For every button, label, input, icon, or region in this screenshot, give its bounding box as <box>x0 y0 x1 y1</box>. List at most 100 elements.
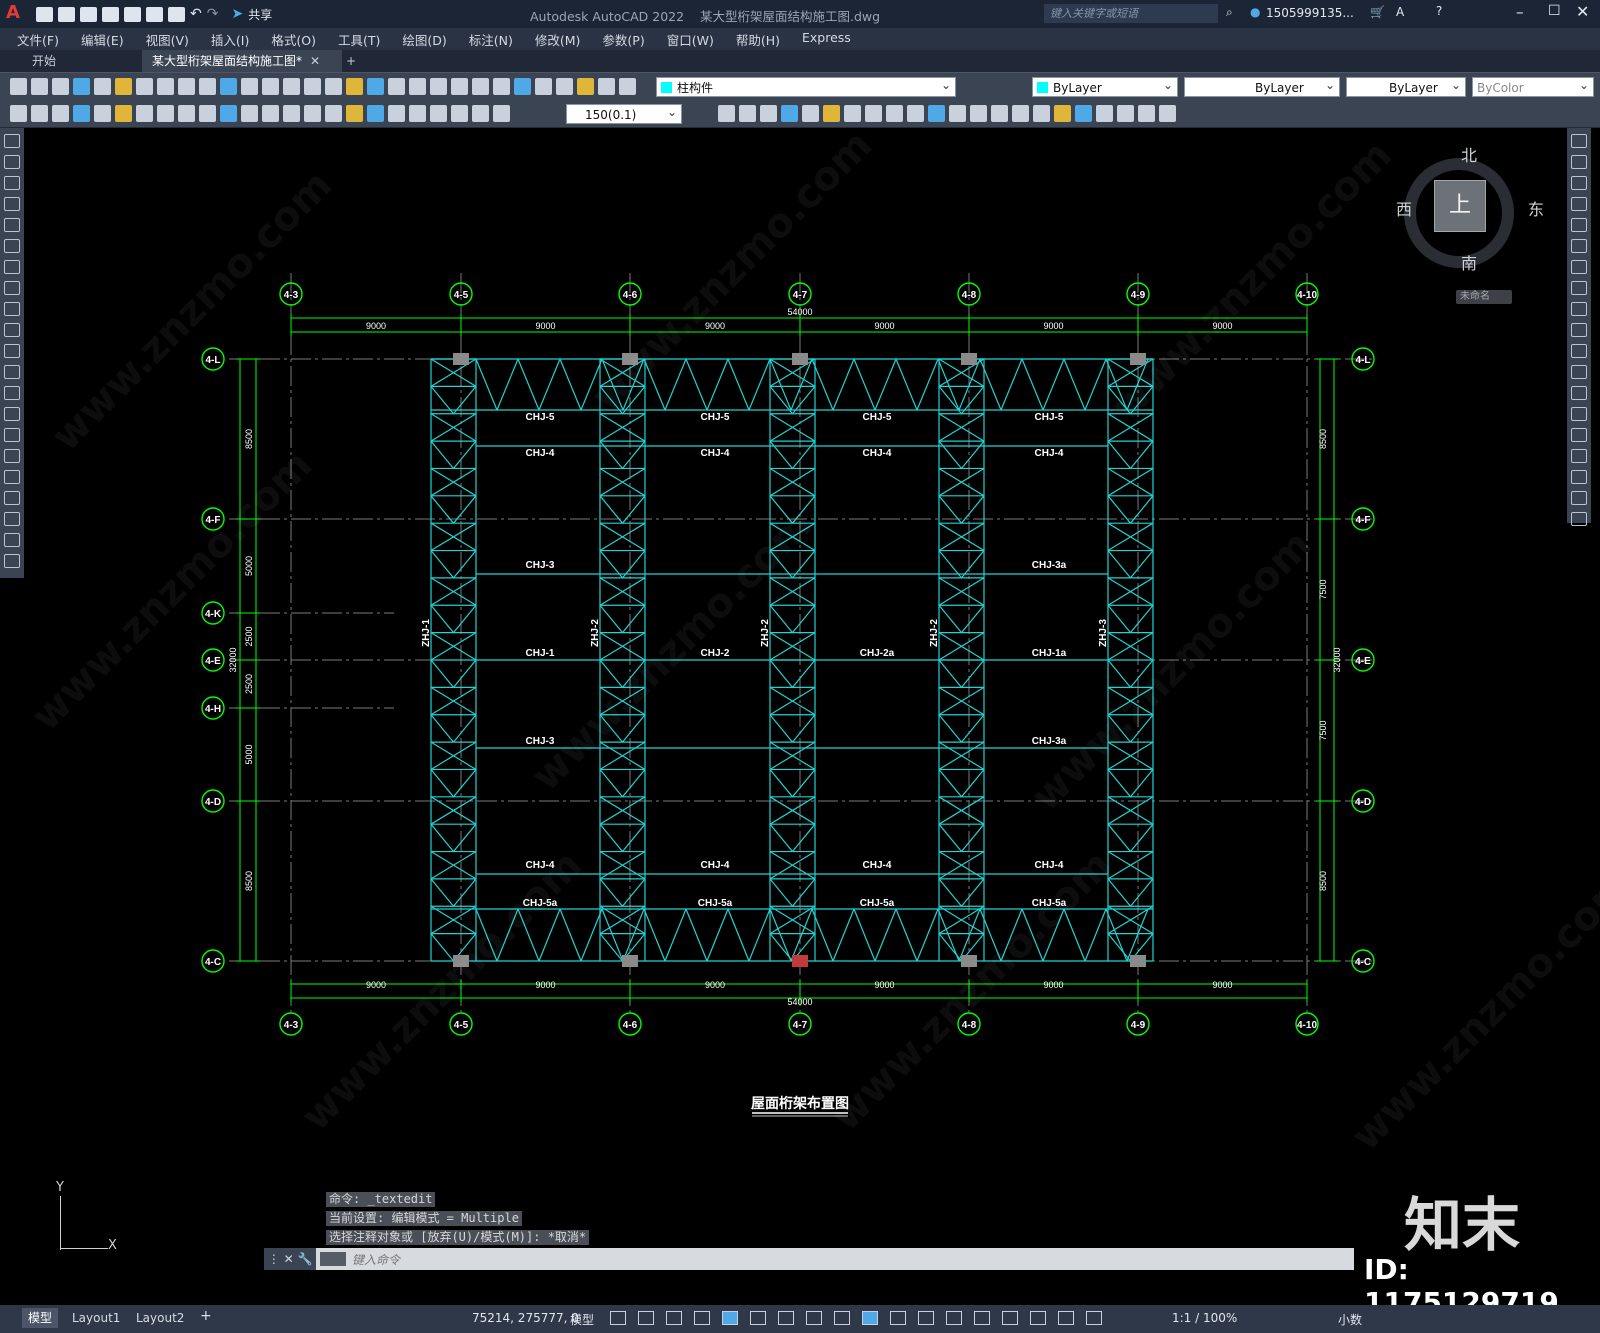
hatch-icon[interactable] <box>4 428 20 442</box>
pan-icon[interactable] <box>262 78 279 95</box>
layout-tab-layout2[interactable]: Layout2 <box>130 1308 190 1328</box>
erase-icon[interactable] <box>718 105 735 122</box>
make-block-icon[interactable] <box>4 386 20 400</box>
chamfer-icon[interactable] <box>991 105 1008 122</box>
sun-icon[interactable] <box>535 78 552 95</box>
stretch-icon[interactable] <box>1571 302 1587 316</box>
dimscale-dropdown[interactable]: 150(0.1) <box>566 102 682 124</box>
grid-icon[interactable] <box>610 1311 626 1325</box>
polyline-icon[interactable] <box>4 176 20 190</box>
help-icon[interactable]: ? <box>1436 4 1442 18</box>
plotstyle-dropdown[interactable]: ByColor <box>1472 75 1594 97</box>
menu-item[interactable]: 插入(I) <box>211 30 249 49</box>
tolerance-icon[interactable] <box>283 105 300 122</box>
menu-item[interactable]: 工具(T) <box>338 30 380 49</box>
compass-east[interactable]: 东 <box>1528 196 1544 220</box>
join-icon[interactable] <box>970 105 987 122</box>
menu-item[interactable]: 编辑(E) <box>81 30 124 49</box>
continue-icon[interactable] <box>220 105 237 122</box>
light-bulb-icon[interactable] <box>514 78 531 95</box>
units-display[interactable]: 小数 <box>1338 1311 1362 1328</box>
transparency-icon[interactable] <box>890 1311 906 1325</box>
layer-previous-icon[interactable] <box>598 78 615 95</box>
new-tab-icon[interactable]: + <box>336 50 366 72</box>
osnap-track-icon[interactable] <box>806 1311 822 1325</box>
a360-icon[interactable]: A <box>1396 5 1404 19</box>
menu-item[interactable]: 文件(F) <box>17 30 59 49</box>
selection-filter-icon[interactable] <box>1002 1311 1018 1325</box>
space-toggle[interactable]: 模型 <box>570 1311 594 1328</box>
ucs-dropdown[interactable]: 未命名 <box>1456 290 1512 304</box>
radius-icon[interactable] <box>94 105 111 122</box>
break-point-icon[interactable] <box>1571 386 1587 400</box>
join-icon[interactable] <box>1571 407 1587 421</box>
selection-cycling-icon[interactable] <box>918 1311 934 1325</box>
plot-icon[interactable] <box>168 6 185 22</box>
compass-south[interactable]: 南 <box>1461 250 1477 274</box>
rotate-icon[interactable] <box>844 105 861 122</box>
isometric-icon[interactable] <box>778 1311 794 1325</box>
3d-osnap-icon[interactable] <box>946 1311 962 1325</box>
array-icon[interactable] <box>1138 105 1155 122</box>
diameter-icon[interactable] <box>136 105 153 122</box>
properties-icon[interactable] <box>346 78 363 95</box>
menu-item[interactable]: 标注(N) <box>469 30 513 49</box>
update-icon[interactable] <box>409 105 426 122</box>
snap-icon[interactable] <box>638 1311 654 1325</box>
insert-block-icon[interactable] <box>4 365 20 379</box>
move-icon[interactable] <box>1571 239 1587 253</box>
extend-icon[interactable] <box>1571 344 1587 358</box>
gizmo-icon[interactable] <box>1030 1311 1046 1325</box>
help-icon[interactable] <box>472 78 489 95</box>
edit-text-icon[interactable] <box>388 105 405 122</box>
erase-icon[interactable] <box>1571 512 1587 526</box>
save-icon[interactable] <box>52 78 69 95</box>
erase-icon[interactable] <box>1571 134 1587 148</box>
infer-icon[interactable] <box>666 1311 682 1325</box>
compass-west[interactable]: 西 <box>1396 196 1412 220</box>
auto-scale-icon[interactable] <box>1086 1311 1102 1325</box>
add-layout-icon[interactable]: + <box>200 1308 212 1324</box>
lineweight-dropdown[interactable]: ByLayer <box>1346 75 1466 97</box>
command-line[interactable]: ⋮ ✕ 🔧 键入命令 <box>264 1248 1354 1270</box>
chamfer-icon[interactable] <box>1571 428 1587 442</box>
dynamic-input-icon[interactable] <box>694 1311 710 1325</box>
line-icon[interactable] <box>4 554 20 568</box>
angular-icon[interactable] <box>157 105 174 122</box>
blend-icon[interactable] <box>1571 470 1587 484</box>
menu-item[interactable]: 窗口(W) <box>667 30 714 49</box>
mirror-icon[interactable] <box>1571 176 1587 190</box>
drawing-svg[interactable]: 4-34-34-54-54-64-64-74-74-84-84-94-94-10… <box>24 128 1567 1305</box>
jogged-icon[interactable] <box>115 105 132 122</box>
annotation-visibility-icon[interactable] <box>1058 1311 1074 1325</box>
match-icon[interactable] <box>199 78 216 95</box>
layer-state-icon[interactable] <box>619 78 636 95</box>
extend-icon[interactable] <box>928 105 945 122</box>
mtext-icon[interactable] <box>4 512 20 526</box>
scale-icon[interactable] <box>1571 281 1587 295</box>
ordinate-icon[interactable] <box>73 105 90 122</box>
lock-icon[interactable] <box>577 78 594 95</box>
user-icon[interactable]: ● <box>1250 5 1260 19</box>
baseline-icon[interactable] <box>199 105 216 122</box>
revision-cloud-icon[interactable] <box>4 281 20 295</box>
fillet-icon[interactable] <box>1012 105 1029 122</box>
aligned-dim-icon[interactable] <box>451 105 468 122</box>
coordinates[interactable]: 75214, 275777, 0 <box>472 1311 579 1325</box>
edit-dim-icon[interactable] <box>367 105 384 122</box>
scale-icon[interactable] <box>865 105 882 122</box>
share-label[interactable]: 共享 <box>248 6 272 23</box>
sheet-set-icon[interactable] <box>409 78 426 95</box>
rotate-icon[interactable] <box>1571 260 1587 274</box>
annotation-scale[interactable]: 1:1 / 100% <box>1172 1311 1237 1325</box>
layout-tab-model[interactable]: 模型 <box>22 1308 59 1328</box>
explode-icon[interactable] <box>1571 491 1587 505</box>
search-icon[interactable]: ⌕ <box>1226 5 1233 20</box>
space-icon[interactable] <box>241 105 258 122</box>
layout-tab-layout1[interactable]: Layout1 <box>66 1308 126 1328</box>
osnap-icon[interactable] <box>834 1311 850 1325</box>
offset-icon[interactable] <box>1571 197 1587 211</box>
aligned-dim-icon[interactable] <box>31 105 48 122</box>
explode-icon[interactable] <box>1033 105 1050 122</box>
zoom-previous-icon[interactable] <box>325 78 342 95</box>
